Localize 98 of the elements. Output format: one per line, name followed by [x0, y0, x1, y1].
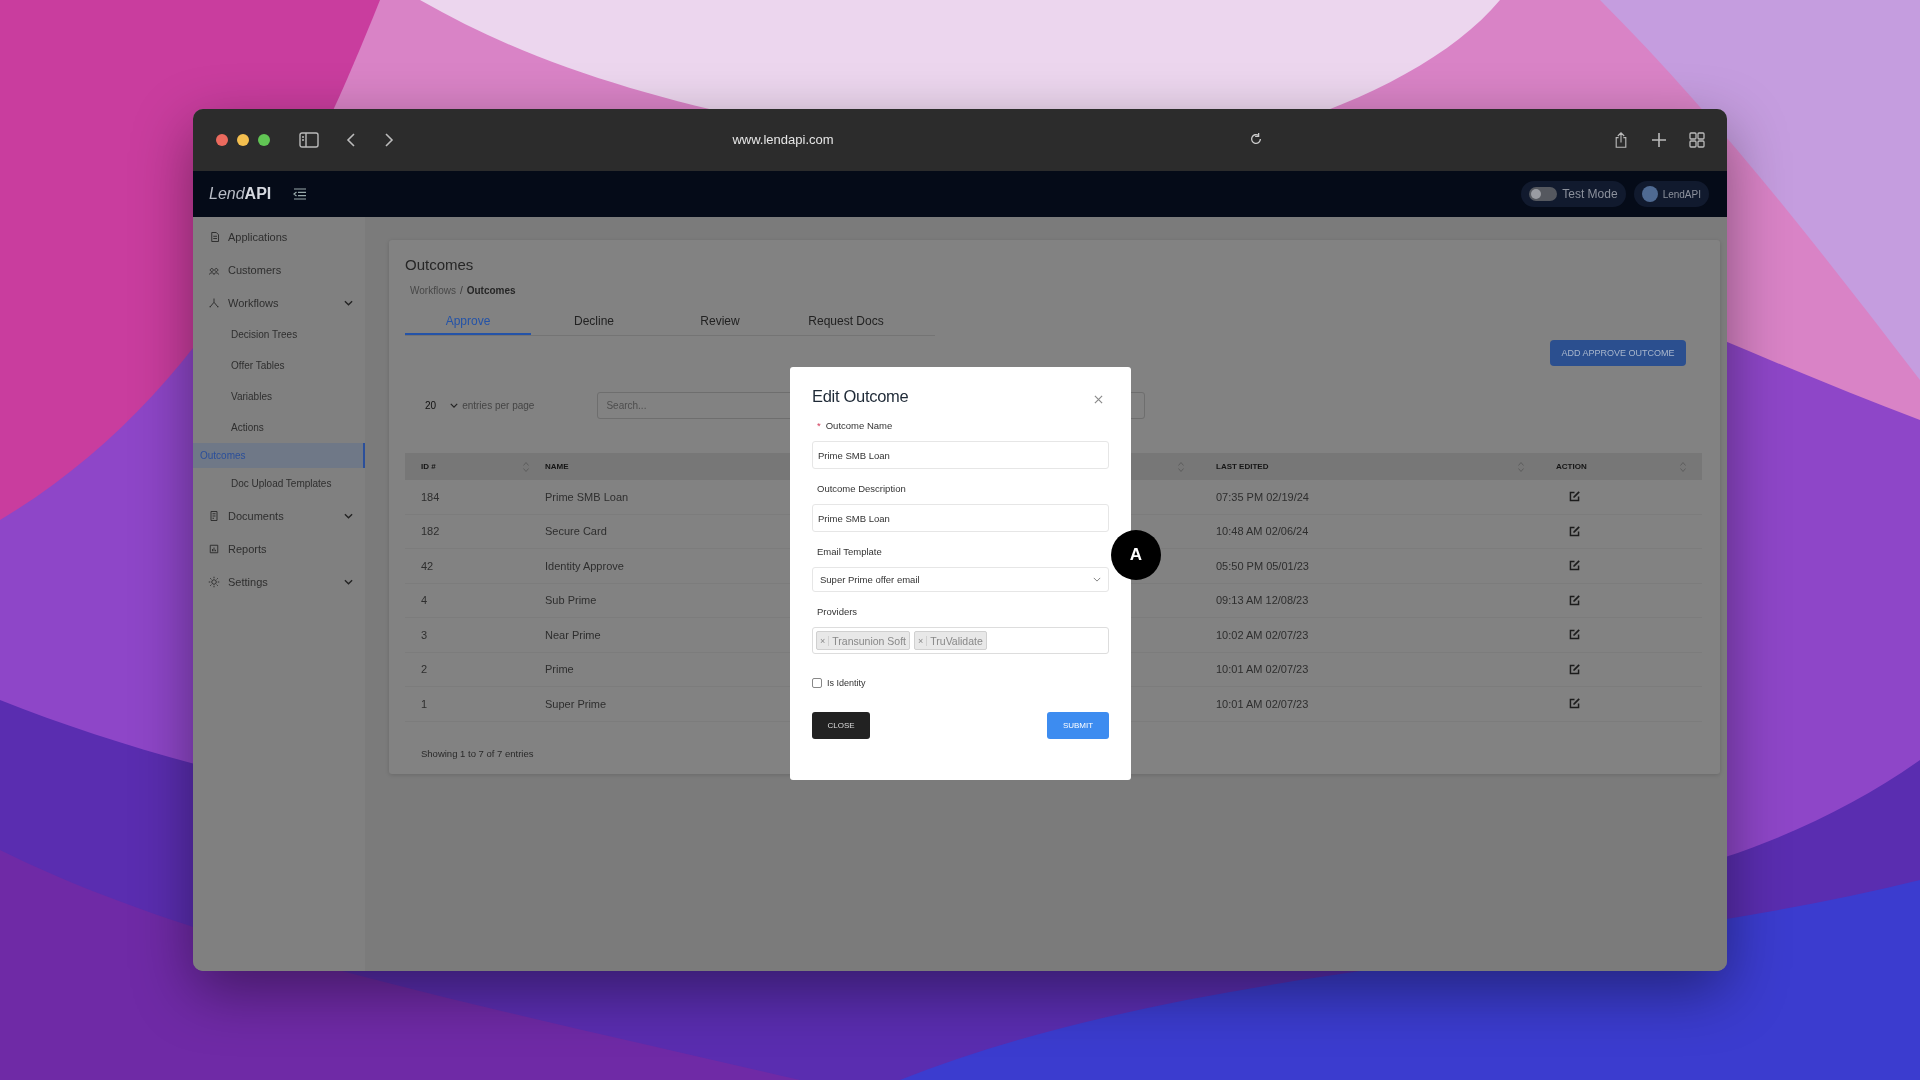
breadcrumb-link[interactable]: Workflows [410, 285, 456, 296]
table-cell: 09:13 AM 12/08/23 [1216, 594, 1309, 607]
table-cell: 1 [421, 697, 428, 710]
tab[interactable]: Review [657, 308, 783, 335]
tab[interactable]: Decline [531, 308, 657, 335]
sidebar-subitem[interactable]: Doc Upload Templates [193, 468, 365, 499]
sidebar-item[interactable]: Documents [193, 499, 365, 532]
share-icon[interactable] [1613, 132, 1629, 148]
edit-icon[interactable] [1568, 559, 1581, 573]
table-cell: Near Prime [545, 628, 601, 641]
nav-icon [208, 575, 220, 588]
column-header: LAST EDITED [1216, 462, 1269, 471]
app-logo[interactable]: LendAPI [209, 185, 272, 203]
edit-icon[interactable] [1568, 490, 1581, 504]
column-header: ID # [421, 462, 436, 471]
add-outcome-button[interactable]: ADD APPROVE OUTCOME [1550, 340, 1686, 366]
forward-icon[interactable] [384, 132, 394, 148]
close-button[interactable]: CLOSE [812, 712, 870, 739]
table-cell: Prime [545, 663, 574, 676]
test-mode-label: Test Mode [1562, 187, 1618, 201]
tag-label: Transunion Soft [831, 634, 907, 647]
sidebar-subitem[interactable]: Variables [193, 381, 365, 412]
field-label: Outcome Description [817, 483, 906, 494]
tag-label: TruValidate [929, 634, 984, 647]
required-mark: * [817, 420, 821, 431]
page-title: Outcomes [405, 256, 475, 273]
table-cell: 4 [421, 594, 428, 607]
checkbox-label: Is Identity [827, 678, 866, 688]
test-mode-toggle[interactable] [1529, 187, 1558, 201]
remove-tag-button[interactable]: × [817, 635, 830, 646]
sidebar-subitem[interactable]: Actions [193, 412, 365, 443]
tags-field[interactable]: × Transunion Soft × TruValidate [812, 627, 1109, 654]
edit-icon[interactable] [1568, 662, 1581, 676]
tab-overview-icon[interactable] [1689, 132, 1705, 148]
table-footer-text: Showing 1 to 7 of 7 entries [421, 747, 535, 759]
table-cell: 3 [421, 628, 428, 641]
sidebar-item[interactable]: Customers [193, 253, 365, 286]
minimize-window-button[interactable] [237, 134, 249, 146]
chevron-down-icon [450, 403, 459, 408]
breadcrumb-current: Outcomes [466, 285, 516, 296]
sidebar-subitem[interactable]: Outcomes [193, 443, 365, 468]
sidebar-toggle-icon[interactable] [299, 132, 319, 148]
edit-icon[interactable] [1568, 524, 1581, 538]
sidebar-subitem[interactable]: Offer Tables [193, 350, 365, 381]
field-label: Email Template [817, 546, 882, 557]
tab[interactable]: Request Docs [783, 308, 909, 335]
zoom-window-button[interactable] [258, 134, 270, 146]
table-cell: 2 [421, 663, 428, 676]
nav-icon [208, 296, 220, 309]
sidebar-item[interactable]: Settings [193, 565, 365, 598]
table-cell: Sub Prime [545, 594, 597, 607]
table-cell: 05:50 PM 05/01/23 [1216, 559, 1309, 572]
entries-label: entries per page [462, 400, 535, 411]
back-icon[interactable] [346, 132, 356, 148]
column-header: ACTION [1556, 462, 1587, 471]
sidebar-item[interactable]: Applications [193, 220, 365, 253]
table-cell: 07:35 PM 02/19/24 [1216, 490, 1309, 503]
chevron-down-icon [1093, 577, 1101, 582]
input-field[interactable]: Prime SMB Loan [812, 441, 1109, 469]
table-cell: Super Prime [545, 697, 607, 710]
table-cell: 10:01 AM 02/07/23 [1216, 663, 1309, 676]
field-label: Providers [817, 606, 858, 617]
close-icon[interactable] [1094, 395, 1103, 404]
avatar-icon[interactable] [1641, 186, 1658, 202]
menu-icon[interactable] [293, 188, 308, 200]
table-cell: 10:02 AM 02/07/23 [1216, 628, 1309, 641]
nav-icon [208, 542, 220, 555]
modal-title: Edit Outcome [812, 387, 909, 406]
sidebar-item[interactable]: Reports [193, 532, 365, 565]
table-cell: Secure Card [545, 525, 607, 538]
edit-icon[interactable] [1568, 628, 1581, 642]
edit-icon[interactable] [1568, 697, 1581, 711]
sidebar-subitem[interactable]: Decision Trees [193, 319, 365, 350]
nav-icon [208, 230, 220, 243]
nav-icon [208, 509, 220, 522]
submit-button[interactable]: SUBMIT [1047, 712, 1109, 739]
breadcrumb-separator: / [459, 285, 463, 296]
table-cell: Identity Approve [545, 559, 624, 572]
url-text[interactable]: www.lendapi.com [732, 131, 834, 147]
table-cell: Prime SMB Loan [545, 490, 629, 503]
sidebar-item[interactable]: Workflows [193, 286, 365, 319]
page-size-select[interactable]: 20 [425, 400, 459, 411]
reload-icon[interactable] [1249, 132, 1263, 146]
table-cell: 10:48 AM 02/06/24 [1216, 525, 1309, 538]
checkbox[interactable] [812, 678, 822, 688]
input-field[interactable]: Prime SMB Loan [812, 504, 1109, 532]
close-window-button[interactable] [216, 134, 228, 146]
table-cell: 184 [421, 490, 440, 503]
remove-tag-button[interactable]: × [915, 635, 928, 646]
new-tab-icon[interactable] [1651, 132, 1667, 148]
table-cell: 182 [421, 525, 440, 538]
edit-icon[interactable] [1568, 593, 1581, 607]
select-field[interactable]: Super Prime offer email [812, 567, 1109, 592]
table-cell: 10:01 AM 02/07/23 [1216, 697, 1309, 710]
table-cell: 42 [421, 559, 434, 572]
tab[interactable]: Approve [405, 308, 531, 335]
column-header: NAME [545, 462, 569, 471]
field-label: Outcome Name [825, 420, 893, 431]
